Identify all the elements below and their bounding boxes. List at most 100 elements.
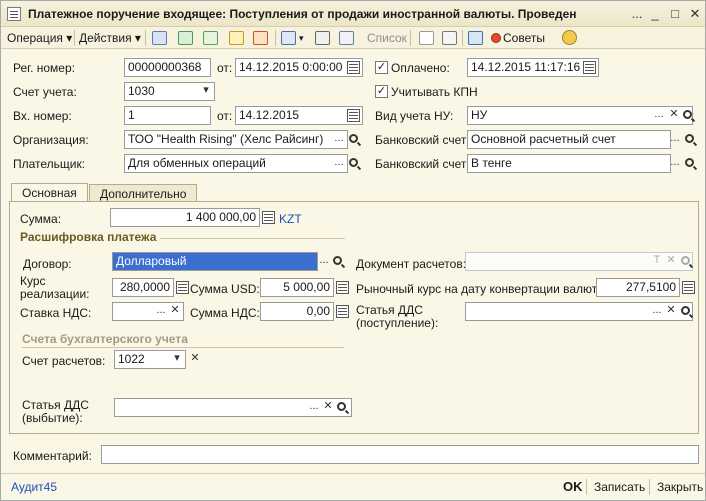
select-button[interactable]: ... bbox=[317, 252, 331, 271]
document-window: Платежное поручение входящее: Поступлени… bbox=[0, 0, 706, 501]
reg-number-field[interactable]: 00000000368 bbox=[124, 58, 211, 77]
clear-icon[interactable]: ✕ bbox=[664, 252, 678, 271]
settle-account-value: 1022 bbox=[118, 352, 145, 366]
organization-field[interactable]: ТОО "Health Rising" (Хелс Райсинг) bbox=[124, 130, 348, 149]
window-menu-button[interactable]: ... bbox=[629, 6, 645, 21]
search-icon[interactable] bbox=[683, 110, 692, 119]
bank-account2-label: Банковский счет: bbox=[375, 157, 470, 171]
dds-out-label-line2: (выбытие): bbox=[22, 411, 83, 425]
report-icon[interactable] bbox=[442, 31, 457, 45]
go-to-dropdown-icon[interactable]: ▾ bbox=[299, 30, 304, 46]
divider bbox=[22, 347, 344, 348]
post-icon[interactable] bbox=[229, 31, 244, 45]
tree-icon[interactable] bbox=[468, 31, 483, 45]
maximize-button[interactable]: □ bbox=[667, 6, 683, 21]
new-copy-icon[interactable] bbox=[203, 31, 218, 45]
account-value: 1030 bbox=[128, 84, 155, 98]
chevron-down-icon[interactable]: ▾ bbox=[199, 82, 213, 101]
select-button[interactable]: ... bbox=[332, 130, 346, 149]
comment-field[interactable] bbox=[101, 445, 699, 464]
clear-icon[interactable]: ✕ bbox=[168, 302, 182, 321]
select-button[interactable]: ... bbox=[668, 154, 682, 173]
operation-menu[interactable]: Операция ▾ bbox=[7, 30, 72, 46]
in-from-label: от: bbox=[217, 109, 233, 123]
select-button[interactable]: ... bbox=[307, 398, 321, 417]
kpn-checkbox[interactable]: ✓ bbox=[375, 85, 388, 98]
search-icon[interactable] bbox=[337, 402, 346, 411]
in-date-value: 14.12.2015 bbox=[239, 108, 300, 122]
refresh-icon[interactable] bbox=[178, 31, 193, 45]
market-rate-field[interactable]: 277,5100 bbox=[596, 278, 680, 297]
search-icon[interactable] bbox=[349, 134, 358, 143]
search-icon[interactable] bbox=[349, 158, 358, 167]
calculator-icon[interactable] bbox=[262, 211, 275, 224]
vat-sum-label: Сумма НДС: bbox=[190, 306, 260, 320]
actions-menu[interactable]: Действия ▾ bbox=[79, 30, 141, 46]
structure-icon[interactable] bbox=[315, 31, 330, 45]
comment-label: Комментарий: bbox=[13, 449, 92, 463]
toolbar-separator bbox=[275, 30, 276, 46]
contract-field[interactable]: Долларовый bbox=[112, 252, 318, 271]
clear-icon[interactable]: ✕ bbox=[321, 398, 335, 417]
currency-link[interactable]: KZT bbox=[279, 212, 302, 226]
sum-usd-field[interactable]: 5 000,00 bbox=[260, 278, 334, 297]
audit-link[interactable]: Аудит45 bbox=[11, 480, 57, 494]
select-button[interactable]: ... bbox=[154, 302, 168, 321]
sum-field[interactable]: 1 400 000,00 bbox=[110, 208, 260, 227]
paid-checkbox[interactable]: ✓ bbox=[375, 61, 388, 74]
save-button[interactable]: Записать bbox=[594, 480, 645, 494]
sum-label: Сумма: bbox=[20, 212, 62, 226]
close-window-button[interactable]: ✕ bbox=[687, 6, 703, 22]
advice-button[interactable]: Советы bbox=[503, 30, 545, 46]
go-to-icon[interactable] bbox=[281, 31, 296, 45]
calculator-icon[interactable] bbox=[336, 281, 349, 294]
paid-date-field[interactable]: 14.12.2015 11:17:16 bbox=[467, 58, 599, 77]
dds-out-label-line1: Статья ДДС bbox=[22, 398, 89, 412]
in-number-field[interactable]: 1 bbox=[124, 106, 211, 125]
vat-rate-label: Ставка НДС: bbox=[20, 306, 92, 320]
reg-date-value: 14.12.2015 0:00:00 bbox=[239, 60, 343, 74]
unpost-icon[interactable] bbox=[253, 31, 268, 45]
divider bbox=[160, 238, 345, 239]
search-icon[interactable] bbox=[681, 306, 690, 315]
minimize-button[interactable]: _ bbox=[647, 6, 663, 21]
calendar-icon[interactable] bbox=[583, 61, 596, 74]
help-icon[interactable] bbox=[562, 30, 577, 45]
search-icon[interactable] bbox=[685, 134, 694, 143]
calculator-icon[interactable] bbox=[682, 281, 695, 294]
vat-sum-field[interactable]: 0,00 bbox=[260, 302, 334, 321]
bank-account-field[interactable]: Основной расчетный счет bbox=[467, 130, 671, 149]
ok-button[interactable]: OK bbox=[563, 479, 583, 494]
calculator-icon[interactable] bbox=[176, 281, 189, 294]
copy-icon[interactable] bbox=[152, 31, 167, 45]
select-button[interactable]: ... bbox=[650, 302, 664, 321]
calendar-icon[interactable] bbox=[347, 109, 360, 122]
bottom-bar: Аудит45 OK Записать Закрыть bbox=[1, 473, 705, 500]
organization-label: Организация: bbox=[13, 133, 89, 147]
search-icon[interactable] bbox=[681, 256, 690, 265]
select-button[interactable]: ... bbox=[332, 154, 346, 173]
reg-date-field[interactable]: 14.12.2015 0:00:00 bbox=[235, 58, 363, 77]
rate-field[interactable]: 280,0000 bbox=[112, 278, 174, 297]
calendar-icon[interactable] bbox=[347, 61, 360, 74]
search-icon[interactable] bbox=[685, 158, 694, 167]
type-button[interactable]: T bbox=[650, 252, 664, 271]
list-settings-icon[interactable] bbox=[339, 31, 354, 45]
clear-icon[interactable]: ✕ bbox=[667, 106, 681, 125]
payer-field[interactable]: Для обменных операций bbox=[124, 154, 348, 173]
clear-icon[interactable]: ✕ bbox=[188, 350, 202, 369]
close-button[interactable]: Закрыть bbox=[657, 480, 703, 494]
sum-usd-label: Сумма USD: bbox=[190, 282, 260, 296]
list-button[interactable]: Список bbox=[367, 30, 407, 46]
search-icon[interactable] bbox=[333, 256, 342, 265]
clear-icon[interactable]: ✕ bbox=[664, 302, 678, 321]
calculator-icon[interactable] bbox=[336, 305, 349, 318]
select-button[interactable]: ... bbox=[652, 106, 666, 125]
in-date-field[interactable]: 14.12.2015 bbox=[235, 106, 363, 125]
select-button[interactable]: ... bbox=[668, 130, 682, 149]
payer-label: Плательщик: bbox=[13, 157, 86, 171]
main-tab-panel: Сумма: 1 400 000,00 KZT Расшифровка плат… bbox=[9, 201, 699, 434]
bank-account2-field[interactable]: В тенге bbox=[467, 154, 671, 173]
dt-kt-icon[interactable] bbox=[419, 31, 434, 45]
chevron-down-icon[interactable]: ▾ bbox=[170, 350, 184, 369]
